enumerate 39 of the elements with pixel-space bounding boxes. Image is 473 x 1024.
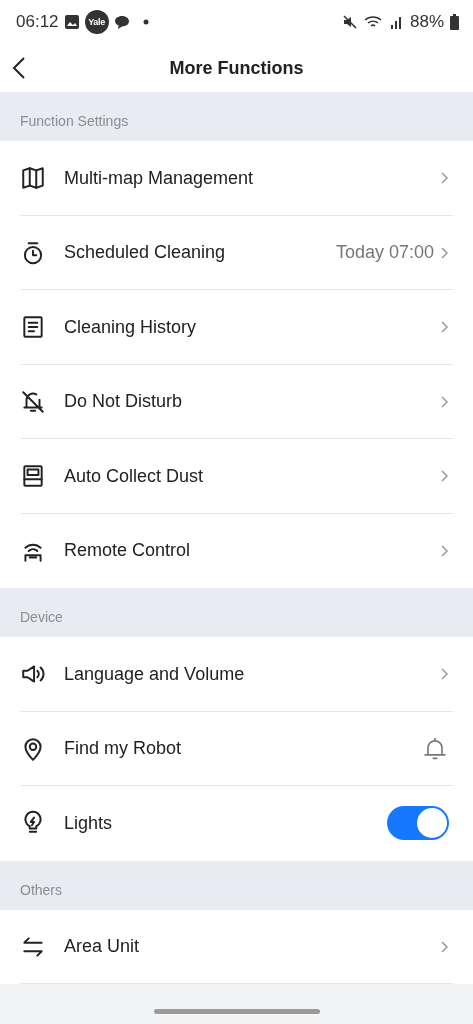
settings-row[interactable]: Language and Volume [0, 637, 473, 712]
image-icon [63, 14, 80, 30]
chevron-right-icon [440, 667, 449, 682]
settings-row[interactable]: Auto Collect Dust [0, 439, 473, 514]
settings-row[interactable]: Multi-map Management [0, 141, 473, 216]
chevron-right-icon [440, 394, 449, 409]
app-notification-icon: Yale [84, 10, 109, 34]
chevron-right-icon [440, 245, 449, 260]
map-icon [20, 165, 46, 192]
battery-icon [450, 14, 459, 30]
section-header: Device [20, 609, 63, 625]
page-title: More Functions [169, 57, 304, 78]
wifi-icon [363, 14, 384, 30]
settings-row[interactable]: Area Unit [0, 909, 473, 984]
signal-icon [389, 14, 404, 30]
section-header: Function Settings [20, 113, 129, 129]
back-button[interactable] [12, 56, 26, 80]
chevron-right-icon [440, 543, 449, 558]
document-icon [20, 314, 46, 341]
status-time: 06:12 [16, 12, 59, 32]
mute-icon [341, 14, 358, 30]
settings-row[interactable]: Scheduled Cleaning Today 07:00 [0, 215, 473, 290]
chevron-right-icon [440, 469, 449, 484]
chevron-right-icon [440, 171, 449, 186]
chevron-right-icon [440, 939, 449, 954]
toggle-switch[interactable] [387, 806, 449, 841]
chat-bubble-icon [113, 14, 130, 30]
settings-row[interactable]: Lights [0, 786, 473, 861]
settings-row[interactable]: Do Not Disturb [0, 364, 473, 439]
dust-station-icon [20, 463, 46, 490]
section-header: Others [20, 881, 62, 898]
settings-row[interactable]: Remote Control [0, 513, 473, 588]
dot-icon [142, 19, 149, 25]
settings-row[interactable]: Find my Robot [0, 711, 473, 786]
settings-row[interactable]: Cleaning History [0, 290, 473, 365]
row-value: Today 07:00 [335, 242, 434, 264]
chevron-right-icon [440, 320, 449, 335]
battery-percentage: 88% [409, 12, 444, 32]
bell-off-icon [20, 388, 46, 415]
